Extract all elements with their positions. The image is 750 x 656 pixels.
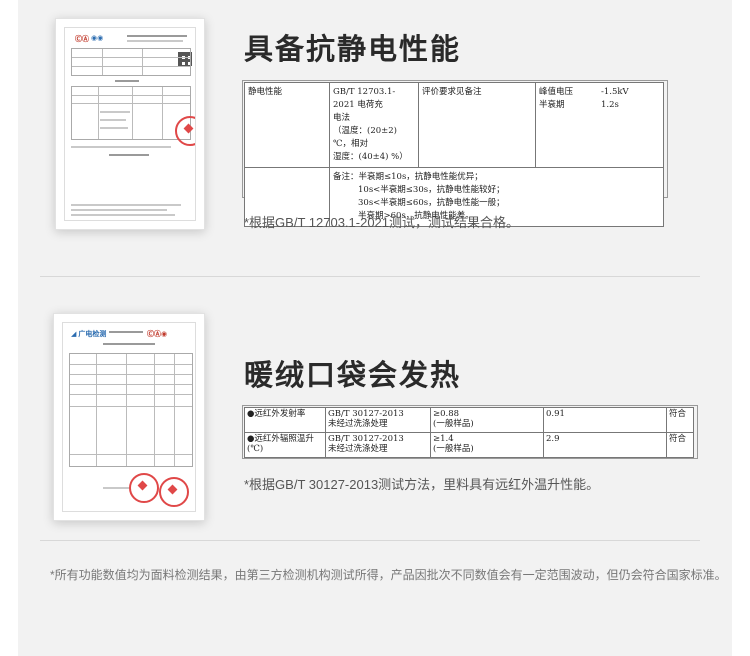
verdict-cell: 符合 <box>666 407 694 433</box>
test-method-cell: GB/T 12703.1-2021 电荷充 电法 （温度：(20±2) ℃，相对… <box>329 82 419 168</box>
test-report-image-1: ⒸⒶ ◉◉ <box>55 18 205 230</box>
result-cell: 0.91 <box>543 407 667 433</box>
table-row: ●远红外发射率 GB/T 30127-2013 未经过洗涤处理 ≥0.88 (一… <box>244 407 694 433</box>
section-title-antistatic: 具备抗静电性能 <box>244 32 462 66</box>
report-table <box>69 353 193 467</box>
antistatic-test-table: 静电性能 GB/T 12703.1-2021 电荷充 电法 （温度：(20±2)… <box>244 82 664 227</box>
method-cell: GB/T 30127-2013 未经过洗涤处理 <box>325 432 431 458</box>
lab-seal-stamp <box>129 473 159 503</box>
test-report-image-2: ◢ 广电检测 ⒸⒶ◉ <box>53 313 205 521</box>
requirement-cell: ≥1.4 (一般样品) <box>430 432 544 458</box>
infrared-test-note: *根据GB/T 30127-2013测试方法，里料具有远红外温升性能。 <box>244 477 600 492</box>
lab-logo: ⒸⒶ <box>75 36 89 43</box>
report-page: ⒸⒶ ◉◉ <box>64 27 196 221</box>
cma-logo: ⒸⒶ◉ <box>147 331 168 338</box>
requirement-cell: ≥0.88 (一般样品) <box>430 407 544 433</box>
section-title-warm-pocket: 暖绒口袋会发热 <box>244 358 462 392</box>
item-cell: ●远红外辐照温升 (℃) <box>244 432 326 458</box>
method-cell: GB/T 30127-2013 未经过洗涤处理 <box>325 407 431 433</box>
antistatic-test-note: *根据GB/T 12703.1-2021测试，测试结果合格。 <box>244 215 520 230</box>
table-row: ●远红外辐照温升 (℃) GB/T 30127-2013 未经过洗涤处理 ≥1.… <box>244 432 694 458</box>
lab-logo: ◢ 广电检测 <box>71 331 107 338</box>
section-divider <box>40 540 700 541</box>
section-divider <box>40 276 700 277</box>
disclaimer-footer: *所有功能数值均为面料检测结果，由第三方检测机构测试所得，产品因批次不同数值会有… <box>50 568 727 582</box>
report-table <box>71 48 191 76</box>
lab-seal-stamp <box>159 477 189 507</box>
lab-seal-stamp <box>175 116 195 146</box>
result-cell: 2.9 <box>543 432 667 458</box>
result-cell: 峰值电压 -1.5kV 半衰期 1.2s <box>535 82 664 168</box>
item-cell: ●远红外发射率 <box>244 407 326 433</box>
accreditation-logo: ◉◉ <box>91 35 104 42</box>
report-page: ◢ 广电检测 ⒸⒶ◉ <box>62 322 196 512</box>
report-result-table <box>71 86 191 140</box>
far-infrared-test-table: ●远红外发射率 GB/T 30127-2013 未经过洗涤处理 ≥0.88 (一… <box>244 407 694 458</box>
requirement-cell: 评价要求见备注 <box>418 82 536 168</box>
verdict-cell: 符合 <box>666 432 694 458</box>
property-cell: 静电性能 <box>244 82 330 168</box>
